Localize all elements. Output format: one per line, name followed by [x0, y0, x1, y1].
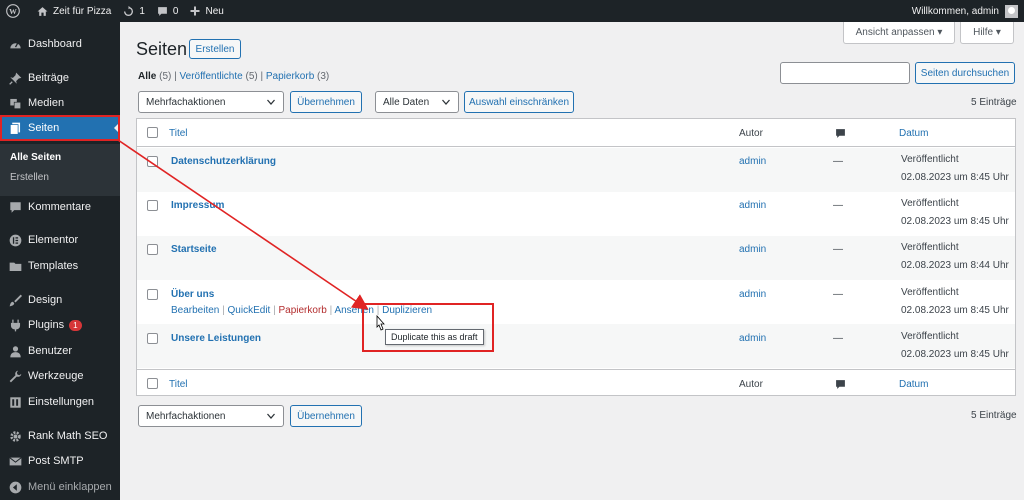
- mouse-cursor-icon: [376, 314, 385, 331]
- annotation-arrow: [117, 139, 385, 331]
